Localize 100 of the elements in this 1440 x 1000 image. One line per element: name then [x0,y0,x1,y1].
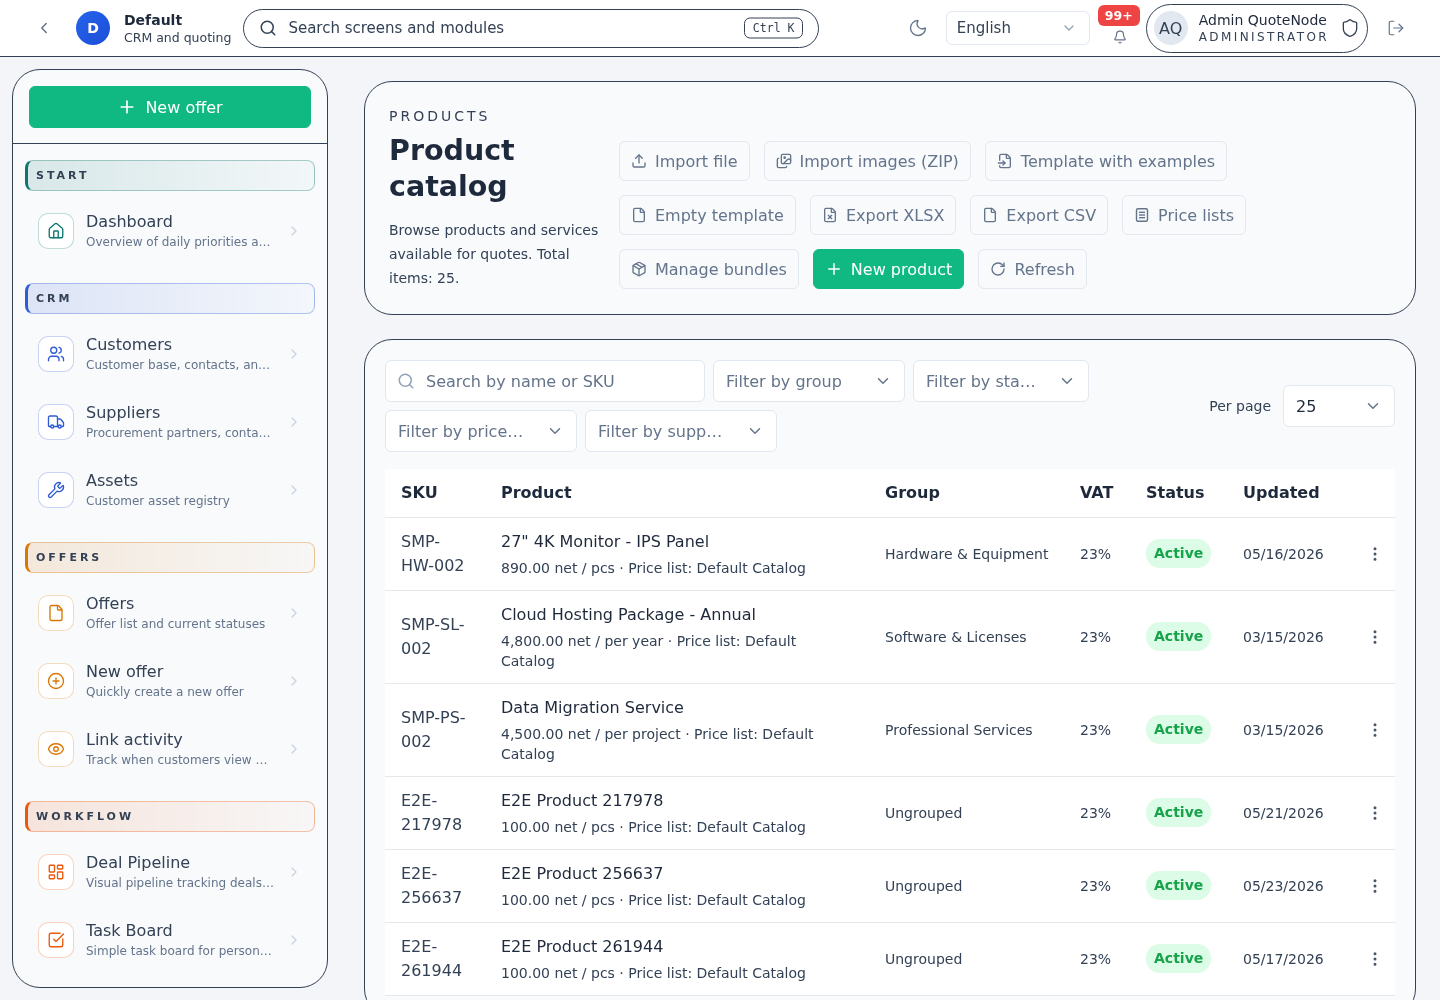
section-header: START [25,160,315,191]
status-badge: Active [1146,715,1212,744]
filter-select[interactable]: Filter by supp… [585,410,777,452]
per-page-label: Per page [1209,398,1271,414]
product-details: 4,800.00 net / per year · Price list: Default Catalog [501,631,798,671]
nav-description: Track when customers view … [86,752,269,769]
product-details: 100.00 net / pcs · Price list: Default Catalog [501,963,807,983]
product-name: Data Migration Service [501,696,685,719]
page-description: Browse products and services available for quotes. Total items: 25. [389,221,600,288]
primary-button[interactable]: New product [812,249,965,289]
eyebrow-label: PRODUCTS [389,107,492,126]
group-cell: Professional Services [869,683,1064,776]
refresh-icon [990,261,1007,277]
nav-label[interactable]: Offers [86,593,274,615]
status-badge: Active [1146,539,1212,568]
vat-cell: 23% [1064,922,1130,995]
group-cell: Ungrouped [869,849,1064,922]
nav-description: Simple task board for person… [86,943,273,960]
sku-cell: SMP-SL-002 [385,590,485,683]
product-name: 27" 4K Monitor - IPS Panel [501,530,711,553]
images-icon [775,153,792,169]
moon-icon[interactable] [907,18,928,38]
vat-cell: 23% [1064,590,1130,683]
section-header: WORKFLOW [25,801,315,832]
section-header: CRM [25,283,315,314]
per-page-select[interactable]: 25 [1283,385,1395,427]
truck-icon [38,404,74,440]
nav-label[interactable]: Suppliers [86,402,274,424]
sku-cell: SMP-HW-002 [385,517,485,590]
nav-label[interactable]: Task Board [86,920,274,942]
language-select[interactable]: English [945,11,1090,45]
notification-badge: 99+ [1097,5,1140,26]
nav-label[interactable]: Deal Pipeline [86,852,274,874]
product-details: 100.00 net / pcs · Price list: Default Catalog [501,890,807,910]
nav-description: Customer base, contacts, an… [86,357,272,374]
list-icon [1134,207,1151,223]
nav-description: Offer list and current statuses [86,616,267,633]
nav-description: Customer asset registry [86,493,231,510]
vat-cell: 23% [1064,776,1130,849]
user-avatar: AQ [1153,11,1188,45]
box-icon [631,261,647,277]
workspace-name: Default [124,10,184,29]
document-icon [38,595,74,631]
product-name: E2E Product 217978 [501,789,665,812]
bell-icon[interactable] [1112,30,1127,44]
status-badge: Active [1146,871,1212,900]
action-button[interactable]: Import file [619,141,750,181]
sku-cell: E2E-256637 [385,849,485,922]
action-button[interactable]: Export CSV [970,195,1109,235]
filter-select[interactable]: Filter by sta… [913,360,1089,402]
sku-cell: SMP-PS-002 [385,683,485,776]
filter-select[interactable]: Filter by group [713,360,905,402]
user-name: Admin QuoteNode [1198,11,1327,29]
logout-icon[interactable] [1387,19,1405,37]
group-cell: Ungrouped [869,776,1064,849]
updated-cell: 05/23/2026 [1227,849,1350,922]
action-button[interactable]: Price lists [1122,195,1247,235]
column-header: Group [869,469,1064,517]
updated-cell: 05/17/2026 [1227,922,1350,995]
product-name: E2E Product 256637 [501,862,665,885]
column-header: SKU [385,469,485,517]
sku-cell: E2E-261944 [385,922,485,995]
nav-label[interactable]: Dashboard [86,211,274,233]
action-button[interactable]: Refresh [978,249,1087,289]
vat-cell: 23% [1064,849,1130,922]
updated-cell: 03/15/2026 [1227,590,1350,683]
vat-cell: 23% [1064,683,1130,776]
action-button[interactable]: Manage bundles [619,249,799,289]
filter-select[interactable]: Filter by price… [385,410,577,452]
file-icon [982,207,999,223]
column-header: VAT [1064,469,1130,517]
workspace-subtitle: CRM and quoting [124,28,232,46]
column-header: Status [1130,469,1227,517]
nav-label[interactable]: Assets [86,470,274,492]
search-icon [259,19,278,37]
status-badge: Active [1146,622,1212,651]
user-menu[interactable]: AQ Admin QuoteNode ADMINISTRATOR [1145,3,1368,53]
grid-icon [38,854,74,890]
nav-label[interactable]: Link activity [86,729,274,751]
nav-label[interactable]: Customers [86,334,274,356]
updated-cell: 05/16/2026 [1227,517,1350,590]
new-offer-button[interactable]: New offer [29,86,311,128]
eye-icon [38,731,74,767]
nav-label[interactable]: New offer [86,661,274,683]
page-title: Product catalog [389,133,516,205]
file-icon [631,207,647,223]
updated-cell: 05/21/2026 [1227,776,1350,849]
action-button[interactable]: Export XLSX [809,195,957,235]
workspace-avatar: D [76,11,110,45]
action-button[interactable]: Import images (ZIP) [763,141,971,181]
nav-description: Visual pipeline tracking deals… [86,875,274,892]
nav-description: Procurement partners, conta… [86,425,272,442]
action-button[interactable]: Template with examples [984,141,1228,181]
people-icon [38,336,74,372]
action-button[interactable]: Empty template [619,195,796,235]
user-role: ADMINISTRATOR [1198,29,1329,45]
product-details: 100.00 net / pcs · Price list: Default Catalog [501,817,807,837]
group-cell: Ungrouped [869,922,1064,995]
product-details: 4,500.00 net / per project · Price list: Default Catalog [501,724,815,764]
updated-cell: 03/15/2026 [1227,683,1350,776]
